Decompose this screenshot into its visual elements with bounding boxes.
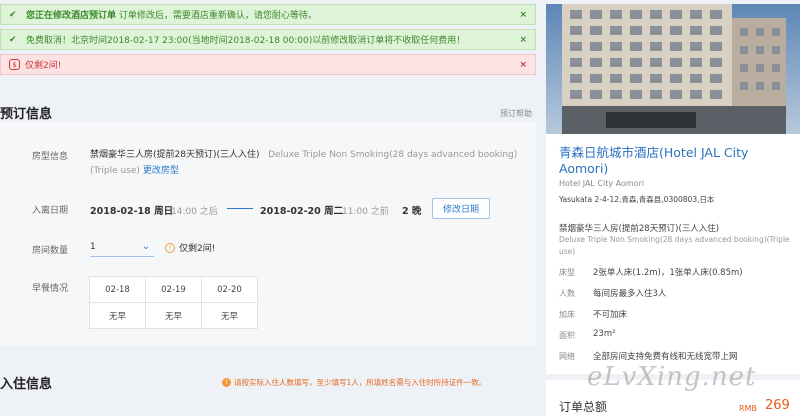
warning-icon: $ [9, 59, 20, 70]
guest-title: 入住信息 [0, 377, 53, 392]
room-type-label: 房型信息 [32, 152, 69, 162]
table-row: 无早 无早 无早 [89, 302, 258, 329]
guest-note-text: 请按实际入住人数填写，至少填写1人，所填姓名需与入住时所持证件一致。 [234, 378, 487, 387]
check-icon: ✔ [9, 34, 17, 45]
alert-text: 免费取消！北京时间2018-02-17 23:00(当地时间2018-02-18… [26, 36, 466, 46]
spec-value: 2张单人床(1.2m)，1张单人床(0.85m) [593, 268, 743, 278]
breakfast-date: 02-20 [201, 276, 258, 303]
spec-label: 床型 [559, 268, 575, 277]
qty-tip-text: 仅剩2间! [179, 244, 216, 254]
info-icon: ! [222, 378, 231, 387]
hotel-address: Yasukata 2-4-12,青森,青森县,0300803,日本 [559, 195, 715, 204]
room-qty-select[interactable]: 1 ⌄ [90, 237, 154, 257]
checkin-date: 2018-02-18 周日 [90, 206, 174, 217]
guest-note: ! 请按实际入住人数填写，至少填写1人，所填姓名需与入住时所持证件一致。 [222, 377, 486, 388]
spec-value: 23m² [593, 329, 616, 339]
hotel-building-image [546, 4, 800, 134]
alert-free-cancel: ✔ 免费取消！北京时间2018-02-17 23:00(当地时间2018-02-… [0, 29, 536, 50]
hotel-room-name-en: Deluxe Triple Non Smoking(28 days advanc… [559, 235, 790, 256]
spec-label: 人数 [559, 289, 575, 298]
order-total-title: 订单总额 [559, 400, 608, 414]
booking-help-link[interactable]: 预订帮助 [500, 108, 532, 119]
checkout-date: 2018-02-20 周二 [260, 206, 344, 217]
nights-count: 2 晚 [402, 206, 422, 217]
close-icon[interactable]: × [519, 35, 527, 45]
date-separator [227, 208, 253, 209]
spec-value: 不可加床 [593, 310, 628, 320]
spec-label: 面积 [559, 331, 575, 340]
hotel-room-name: 禁烟豪华三人房(提前28天预订)(三人入住) [559, 224, 720, 234]
spec-value: 每间房最多入住3人 [593, 289, 667, 299]
breakfast-table: 02-18 02-19 02-20 无早 无早 无早 [89, 276, 258, 329]
qty-tip: ! 仅剩2间! [165, 241, 215, 254]
change-room-link[interactable]: 更改房型 [143, 166, 179, 176]
close-icon[interactable]: × [519, 10, 527, 20]
close-icon[interactable]: × [519, 60, 527, 70]
booking-title: 预订信息 [0, 107, 53, 122]
alert-modify-order: ✔ 您正在修改酒店预订单 订单修改后，需要酒店重新确认，请您耐心等待。 × [0, 4, 536, 25]
change-date-button[interactable]: 修改日期 [432, 198, 490, 219]
hotel-name-link[interactable]: 青森日航城市酒店(Hotel JAL City Aomori) [559, 145, 794, 177]
alert-text: 仅剩2间! [25, 61, 62, 71]
qty-label: 房间数量 [32, 246, 69, 256]
breakfast-date: 02-18 [89, 276, 146, 303]
price-value: 269 [765, 398, 790, 413]
breakfast-value: 无早 [201, 302, 258, 329]
breakfast-date: 02-19 [145, 276, 202, 303]
dates-label: 入离日期 [32, 206, 69, 216]
alert-bold: 您正在修改酒店预订单 [26, 11, 117, 21]
room-qty-value: 1 [90, 241, 96, 252]
spec-label: 网络 [559, 352, 575, 361]
alert-rooms-left: $ 仅剩2间! × [0, 54, 536, 75]
checkin-time: 14:00 之后 [171, 207, 218, 217]
breakfast-value: 无早 [89, 302, 146, 329]
watermark: eLvXing.net [587, 362, 757, 392]
spec-label: 加床 [559, 310, 575, 319]
check-icon: ✔ [9, 9, 17, 20]
breakfast-value: 无早 [145, 302, 202, 329]
spec-value: 全部房间支持免费有线和无线宽带上网 [593, 352, 738, 362]
hotel-photo [546, 4, 800, 134]
alert-text: 订单修改后，需要酒店重新确认，请您耐心等待。 [118, 11, 317, 21]
table-row: 02-18 02-19 02-20 [89, 276, 258, 303]
room-name-cn: 禁烟豪华三人房(提前28天预订)(三人入住) [90, 150, 260, 160]
checkout-time: 11:00 之前 [342, 207, 389, 217]
info-icon: ! [165, 242, 175, 253]
breakfast-label: 早餐情况 [32, 284, 69, 294]
chevron-down-icon: ⌄ [141, 241, 150, 252]
room-name: 禁烟豪华三人房(提前28天预订)(三人入住) Deluxe Triple Non… [90, 147, 520, 179]
price-currency: RMB [739, 404, 757, 413]
hotel-name-en: Hotel JAL City Aomori [559, 179, 645, 188]
